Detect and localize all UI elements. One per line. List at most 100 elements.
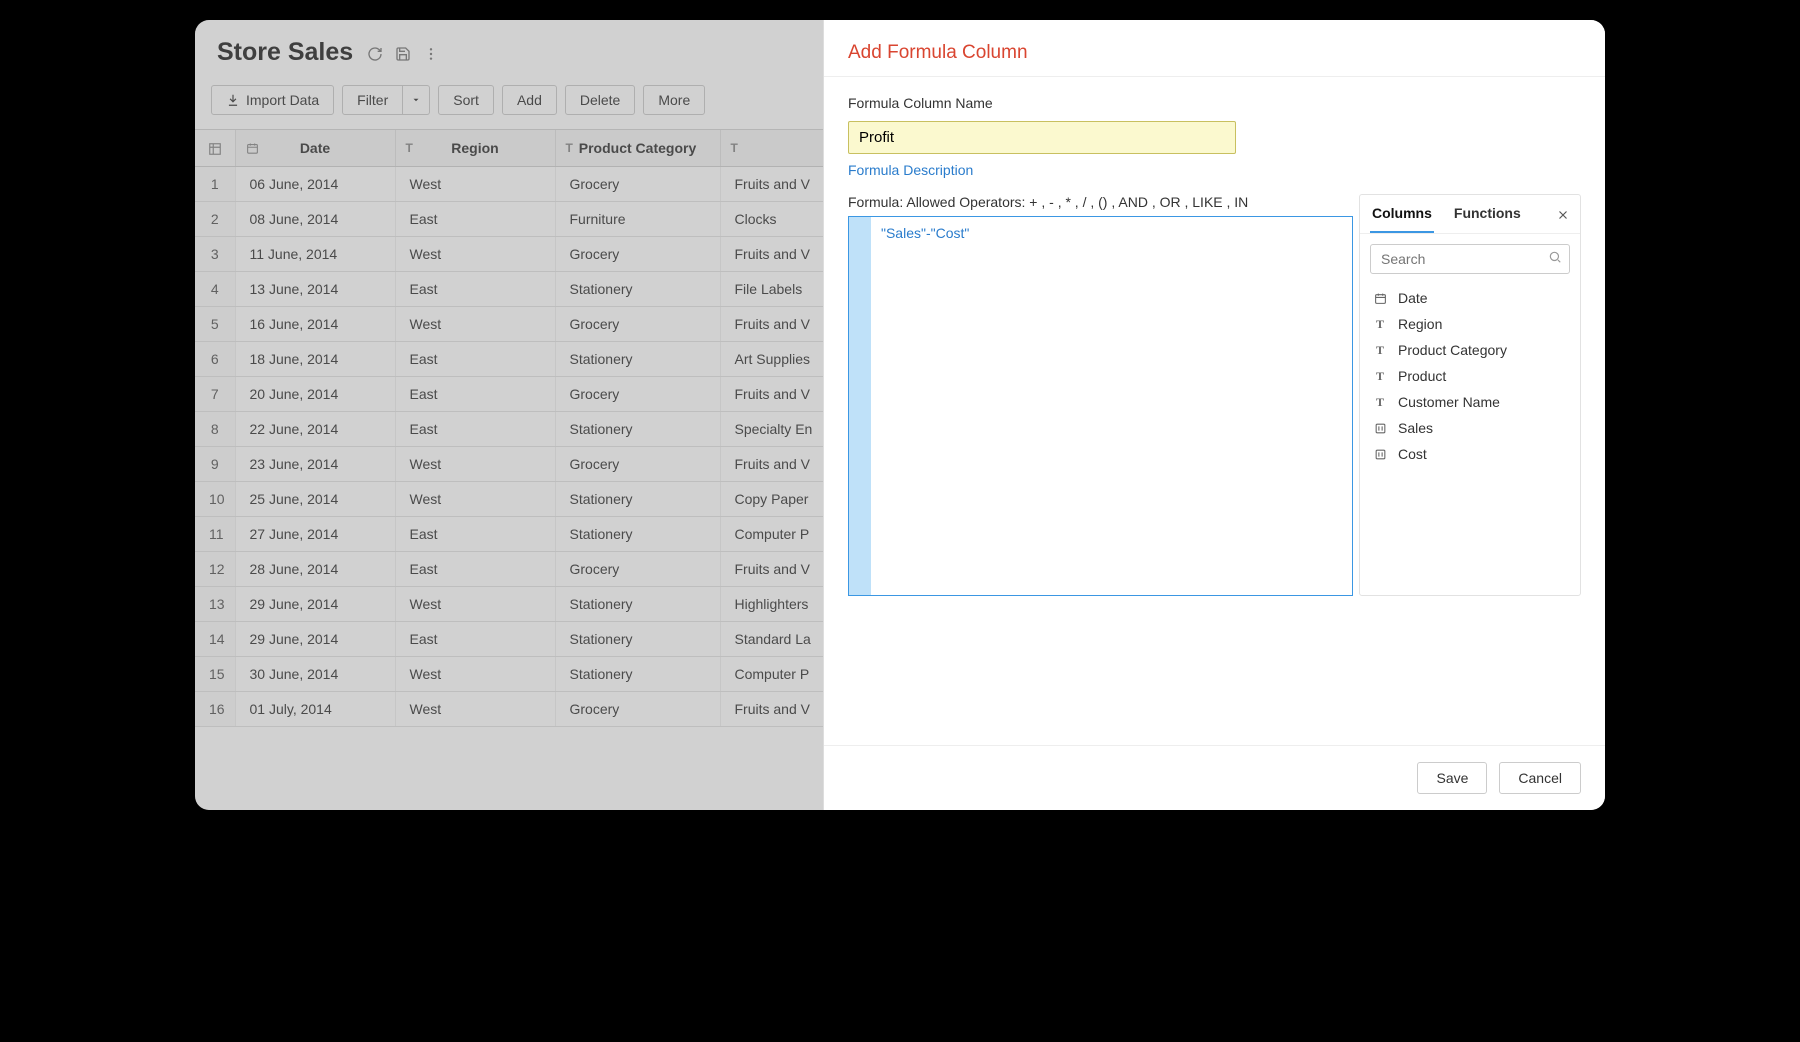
cell-product-category[interactable]: Stationery: [555, 482, 720, 517]
filter-dropdown[interactable]: [403, 85, 430, 115]
col-header-region[interactable]: TRegion: [395, 130, 555, 167]
tab-columns[interactable]: Columns: [1370, 195, 1434, 233]
cell-region[interactable]: West: [395, 237, 555, 272]
cell-region[interactable]: East: [395, 202, 555, 237]
cell-date[interactable]: 22 June, 2014: [235, 412, 395, 447]
close-icon[interactable]: [1556, 206, 1570, 222]
cell-date[interactable]: 08 June, 2014: [235, 202, 395, 237]
column-list: Date TRegion TProduct Category T Product TCus…: [1360, 284, 1580, 468]
row-number: 4: [195, 272, 235, 307]
cell-date[interactable]: 06 June, 2014: [235, 167, 395, 202]
row-number: 10: [195, 482, 235, 517]
chevron-down-icon: [411, 95, 421, 105]
cell-date[interactable]: 28 June, 2014: [235, 552, 395, 587]
column-item[interactable]: Sales: [1372, 420, 1568, 436]
sort-button[interactable]: Sort: [438, 85, 494, 115]
cell-region[interactable]: East: [395, 377, 555, 412]
cell-product-category[interactable]: Grocery: [555, 167, 720, 202]
cell-date[interactable]: 29 June, 2014: [235, 622, 395, 657]
cell-date[interactable]: 13 June, 2014: [235, 272, 395, 307]
cell-product-category[interactable]: Furniture: [555, 202, 720, 237]
cell-region[interactable]: West: [395, 482, 555, 517]
cell-product-category[interactable]: Grocery: [555, 552, 720, 587]
cell-product-category[interactable]: Stationery: [555, 342, 720, 377]
import-data-button[interactable]: Import Data: [211, 85, 334, 115]
cell-product-category[interactable]: Stationery: [555, 272, 720, 307]
formula-description-link[interactable]: Formula Description: [848, 162, 1581, 178]
row-number: 7: [195, 377, 235, 412]
allowed-operators: Formula: Allowed Operators: + , - , * , …: [848, 194, 1353, 210]
panel-body: Formula Column Name Formula Description: [824, 77, 1605, 188]
row-number: 2: [195, 202, 235, 237]
cell-product-category[interactable]: Grocery: [555, 237, 720, 272]
cell-product-category[interactable]: Stationery: [555, 657, 720, 692]
cell-product-category[interactable]: Stationery: [555, 517, 720, 552]
cell-date[interactable]: 25 June, 2014: [235, 482, 395, 517]
cell-region[interactable]: East: [395, 342, 555, 377]
column-item[interactable]: TCustomer Name: [1372, 394, 1568, 410]
cell-region[interactable]: West: [395, 307, 555, 342]
column-item[interactable]: T Product: [1372, 368, 1568, 384]
cell-region[interactable]: West: [395, 657, 555, 692]
more-icon[interactable]: [423, 45, 439, 61]
cell-date[interactable]: 18 June, 2014: [235, 342, 395, 377]
date-icon: [1372, 291, 1388, 305]
cell-region[interactable]: East: [395, 412, 555, 447]
search-icon: [1548, 250, 1562, 264]
cell-region[interactable]: West: [395, 692, 555, 727]
column-item-label: Product Category: [1398, 342, 1507, 358]
row-number: 12: [195, 552, 235, 587]
delete-button[interactable]: Delete: [565, 85, 635, 115]
refresh-icon[interactable]: [367, 45, 383, 61]
text-icon: T: [1372, 369, 1388, 384]
col-header-date[interactable]: Date: [235, 130, 395, 167]
cell-product-category[interactable]: Grocery: [555, 307, 720, 342]
cell-product-category[interactable]: Stationery: [555, 587, 720, 622]
name-label: Formula Column Name: [848, 95, 1581, 111]
formula-editor[interactable]: "Sales"-"Cost": [848, 216, 1353, 596]
save-button[interactable]: Save: [1417, 762, 1487, 794]
row-number: 11: [195, 517, 235, 552]
cancel-button[interactable]: Cancel: [1499, 762, 1581, 794]
cell-region[interactable]: West: [395, 587, 555, 622]
row-number: 6: [195, 342, 235, 377]
column-item-label: Product: [1398, 368, 1446, 384]
cell-region[interactable]: West: [395, 167, 555, 202]
formula-name-input[interactable]: [848, 121, 1236, 154]
column-item[interactable]: TRegion: [1372, 316, 1568, 332]
filter-button[interactable]: Filter: [342, 85, 403, 115]
cell-product-category[interactable]: Stationery: [555, 412, 720, 447]
corner-header[interactable]: [195, 130, 235, 167]
cell-date[interactable]: 16 June, 2014: [235, 307, 395, 342]
cell-date[interactable]: 11 June, 2014: [235, 237, 395, 272]
cell-product-category[interactable]: Grocery: [555, 692, 720, 727]
column-item[interactable]: TProduct Category: [1372, 342, 1568, 358]
cell-product-category[interactable]: Grocery: [555, 447, 720, 482]
cell-date[interactable]: 23 June, 2014: [235, 447, 395, 482]
cell-date[interactable]: 29 June, 2014: [235, 587, 395, 622]
cell-date[interactable]: 01 July, 2014: [235, 692, 395, 727]
cell-region[interactable]: East: [395, 552, 555, 587]
add-button[interactable]: Add: [502, 85, 557, 115]
cell-product-category[interactable]: Stationery: [555, 622, 720, 657]
page-title: Store Sales: [217, 38, 353, 67]
column-item[interactable]: Date: [1372, 290, 1568, 306]
more-button[interactable]: More: [643, 85, 705, 115]
cell-region[interactable]: East: [395, 622, 555, 657]
tab-functions[interactable]: Functions: [1452, 195, 1523, 233]
text-icon: T: [566, 141, 573, 155]
cell-date[interactable]: 30 June, 2014: [235, 657, 395, 692]
column-item-label: Sales: [1398, 420, 1433, 436]
cell-date[interactable]: 20 June, 2014: [235, 377, 395, 412]
cell-region[interactable]: East: [395, 517, 555, 552]
cell-date[interactable]: 27 June, 2014: [235, 517, 395, 552]
col-header-product-category[interactable]: TProduct Category: [555, 130, 720, 167]
cell-region[interactable]: East: [395, 272, 555, 307]
cell-product-category[interactable]: Grocery: [555, 377, 720, 412]
column-search-input[interactable]: [1370, 244, 1570, 274]
cell-region[interactable]: West: [395, 447, 555, 482]
save-icon[interactable]: [395, 45, 411, 61]
column-item[interactable]: Cost: [1372, 446, 1568, 462]
formula-code: "Sales"-"Cost": [871, 217, 979, 595]
formula-area: Formula: Allowed Operators: + , - , * , …: [848, 194, 1581, 596]
